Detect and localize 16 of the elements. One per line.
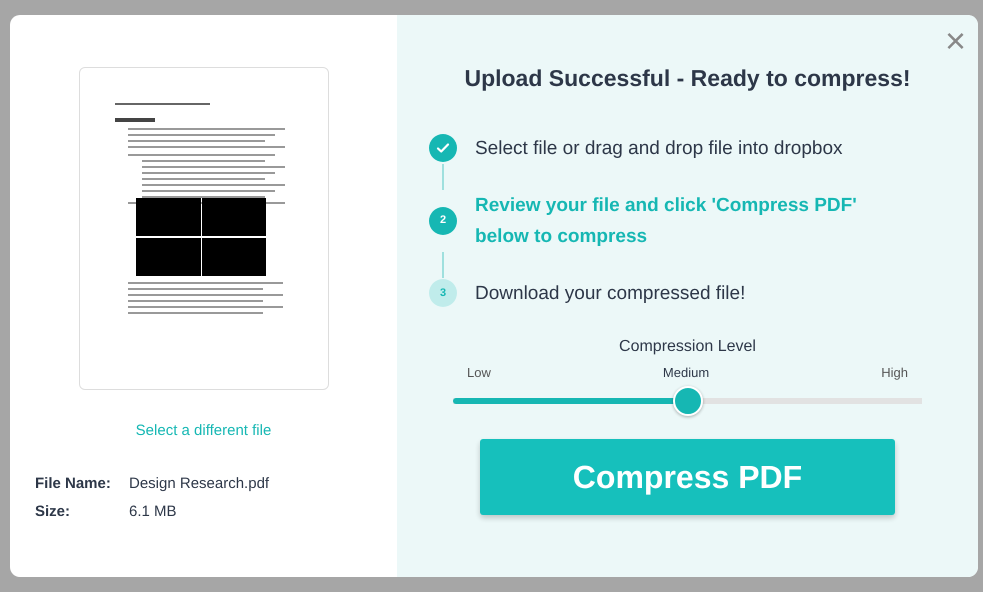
compression-level-label: Compression Level [618,336,757,357]
step-text: Download your compressed file! [475,282,746,306]
level-option[interactable]: Low [467,362,491,382]
field-label: File Name: [35,474,112,494]
level-option[interactable]: Medium [662,362,710,382]
step-text: Select file or drag and drop file into dropbox [475,136,843,161]
field-value: 6.1 MB [129,502,178,522]
field-value: Design Research.pdf [129,474,270,494]
dialog-heading: Upload Successful - Ready to compress! [464,65,911,93]
field-label: Size: [35,502,72,522]
level-option[interactable]: High [881,362,908,382]
step-text: Review your file and click 'Compress PDF' below to compress [475,194,858,249]
check-icon [429,134,457,162]
step-number: 3 [429,279,457,308]
step-number: 2 [429,206,457,235]
slider-thumb[interactable] [672,386,702,416]
